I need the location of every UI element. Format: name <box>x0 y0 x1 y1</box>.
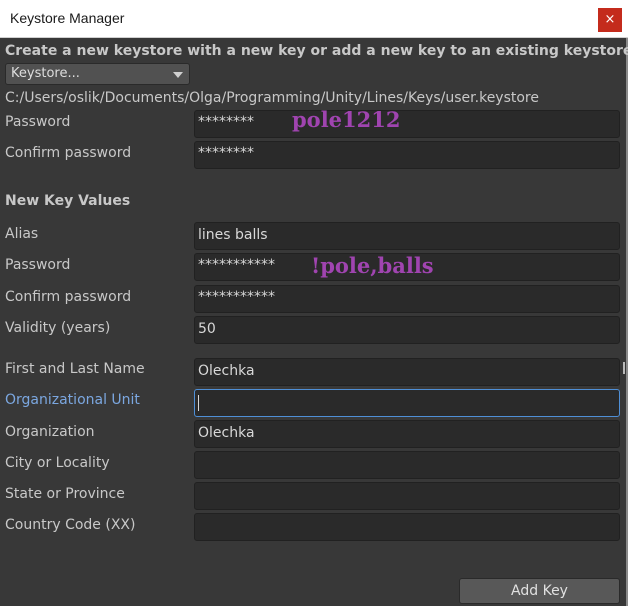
keystore-password-field[interactable]: ******** <box>194 110 620 138</box>
alias-label: Alias <box>5 226 39 242</box>
validity-field[interactable]: 50 <box>194 316 620 344</box>
key-password-label: Password <box>5 257 71 273</box>
window-title: Keystore Manager <box>10 10 125 26</box>
keystore-password-value: ******** <box>198 114 254 130</box>
name-label: First and Last Name <box>5 361 145 377</box>
name-field[interactable]: Olechka <box>194 358 620 386</box>
org-label: Organization <box>5 424 95 440</box>
validity-value: 50 <box>198 321 216 337</box>
keystore-confirm-value: ******** <box>198 145 254 161</box>
key-password-note: !pole,balls <box>311 253 434 278</box>
validity-label: Validity (years) <box>5 320 111 336</box>
key-confirm-label: Confirm password <box>5 289 132 305</box>
key-confirm-value: *********** <box>198 289 275 305</box>
close-button[interactable]: × <box>598 8 622 32</box>
keystore-dropdown-value: Keystore... <box>11 66 80 81</box>
state-field[interactable] <box>194 482 620 510</box>
keystore-confirm-field[interactable]: ******** <box>194 141 620 169</box>
state-label: State or Province <box>5 486 125 502</box>
org-unit-label: Organizational Unit <box>5 392 140 408</box>
key-confirm-field[interactable]: *********** <box>194 285 620 313</box>
alias-field[interactable]: lines balls <box>194 222 620 250</box>
org-value: Olechka <box>198 425 255 441</box>
truncated-marker <box>623 362 625 374</box>
country-label: Country Code (XX) <box>5 517 136 533</box>
add-key-button[interactable]: Add Key <box>459 578 620 604</box>
keystore-manager-panel: Create a new keystore with a new key or … <box>0 38 628 606</box>
city-label: City or Locality <box>5 455 110 471</box>
text-caret <box>198 395 199 411</box>
alias-value: lines balls <box>198 227 268 243</box>
keystore-path: C:/Users/oslik/Documents/Olga/Programmin… <box>5 90 539 106</box>
title-bar: Keystore Manager × <box>0 0 628 38</box>
description-text: Create a new keystore with a new key or … <box>5 43 628 59</box>
keystore-password-label: Password <box>5 114 71 130</box>
keystore-confirm-label: Confirm password <box>5 145 132 161</box>
city-field[interactable] <box>194 451 620 479</box>
name-value: Olechka <box>198 363 255 379</box>
new-key-heading: New Key Values <box>5 193 131 209</box>
close-icon: × <box>604 12 616 27</box>
country-field[interactable] <box>194 513 620 541</box>
org-field[interactable]: Olechka <box>194 420 620 448</box>
key-password-value: *********** <box>198 257 275 273</box>
keystore-password-note: pole1212 <box>292 107 401 132</box>
keystore-dropdown[interactable]: Keystore... <box>5 63 190 85</box>
chevron-down-icon <box>173 72 183 78</box>
org-unit-field[interactable] <box>194 389 620 417</box>
